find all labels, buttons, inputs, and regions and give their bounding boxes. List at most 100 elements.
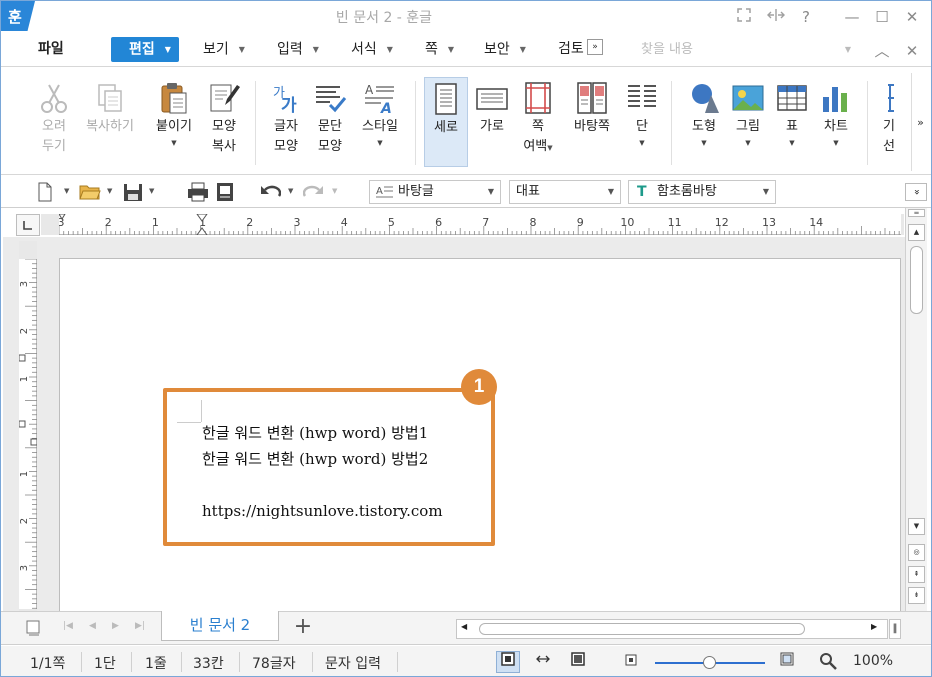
font-combo[interactable]: T 함초롬바탕 ▼ [628,180,776,204]
partial-ribbon-button[interactable]: 기 선 [869,77,909,157]
split-handle-horizontal[interactable]: ‖ [889,619,901,639]
tab-type-selector[interactable] [16,214,40,236]
style-button[interactable]: AA 스타일 ▼ [353,77,407,149]
next-page-button[interactable]: ⇟ [908,587,925,604]
add-tab-button[interactable]: + [285,615,321,641]
new-document-icon[interactable] [37,181,53,203]
menu-security[interactable]: 보안 ▼ [484,37,526,62]
open-folder-icon[interactable] [79,181,101,203]
chevron-down-icon[interactable]: ▼ [288,187,293,209]
maximize-button[interactable]: ☐ [871,7,893,27]
status-input-mode[interactable]: 문자 입력 [325,653,381,673]
chevron-down-icon[interactable]: ▼ [332,187,337,209]
prev-tab-icon[interactable]: ◀ [89,621,96,631]
minimize-button[interactable]: — [841,7,863,27]
scroll-left-button[interactable]: ◀ [461,622,467,631]
redo-icon[interactable] [302,181,325,203]
menu-file[interactable]: 파일 [38,37,64,62]
menu-view[interactable]: 보기 ▼ [203,37,245,62]
scroll-thumb[interactable] [910,246,923,314]
columns-button[interactable]: 단 ▼ [618,77,666,149]
chevron-down-icon[interactable]: ▼ [107,187,112,209]
chevron-down-icon: ▼ [238,45,245,54]
last-tab-icon[interactable]: ▶| [135,621,145,631]
portrait-button[interactable]: 세로 [424,77,468,167]
menu-page[interactable]: 쪽 ▼ [425,37,454,62]
status-page[interactable]: 1/1쪽 [30,653,65,673]
ribbon-more-button[interactable]: » [911,73,929,171]
fit-width-button[interactable] [531,651,555,673]
page-view-button[interactable] [496,651,520,673]
split-handle[interactable]: ═ [908,209,925,217]
chevron-down-icon: ▼ [386,45,393,54]
zoom-slider-knob[interactable] [703,656,716,669]
scissors-icon [41,84,67,113]
clipboard-icon [161,83,187,114]
chart-button[interactable]: 차트 ▼ [811,77,861,149]
menu-edit[interactable]: 편집 ▼ [111,37,179,62]
ruler-label: 1 [152,216,159,229]
zoom-out-button[interactable] [619,651,643,673]
page-margin-button[interactable]: 쪽 여백▼ [515,77,561,158]
vertical-margin-marker[interactable] [18,354,38,446]
language-combo-value: 대표 [516,184,540,199]
char-shape-button[interactable]: 가가 글자 모양 [261,77,311,157]
shape-icon [692,84,719,113]
chevron-down-icon[interactable]: ▼ [64,187,69,209]
horizontal-scrollbar[interactable]: ◀ ▶ [456,619,888,639]
format-copy-button[interactable]: 모양 복사 [199,77,249,157]
picture-label: 그림 [736,119,760,134]
horizontal-scroll-thumb[interactable] [479,623,805,635]
split-view-icon[interactable] [766,8,786,26]
paste-button[interactable]: 붙이기 ▼ [149,77,199,149]
table-icon [777,85,807,111]
menu-review[interactable]: 검토 [558,37,584,62]
status-divider [312,652,313,672]
vertical-ruler-ticks: 3 2 1 1 2 3 [18,258,38,609]
menu-insert-label: 입력 [277,41,303,58]
help-button[interactable]: ? [795,7,817,27]
first-tab-icon[interactable]: |◀ [63,621,73,631]
table-button[interactable]: 표 ▼ [767,77,817,149]
print-icon[interactable] [187,181,209,203]
tab-blank-document-2[interactable]: 빈 문서 2 [161,611,279,641]
menu-format[interactable]: 서식 ▼ [351,37,393,62]
undo-icon[interactable] [259,181,282,203]
cut-button[interactable]: 오려 두기 [29,77,79,157]
scroll-down-button[interactable]: ▼ [908,518,925,535]
save-icon[interactable] [123,181,143,203]
vertical-ruler[interactable]: 3 2 1 1 2 3 [18,258,38,609]
shape-button[interactable]: 도형 ▼ [679,77,729,149]
language-combo[interactable]: 대표 ▼ [509,180,621,204]
style-combo[interactable]: A 바탕글 ▼ [369,180,501,204]
copy-button[interactable]: 복사하기 [79,77,141,137]
menu-insert[interactable]: 입력 ▼ [277,37,319,62]
find-input[interactable]: 찾을 내용 ▼ [631,39,859,61]
para-shape-button[interactable]: 문단 모양 [305,77,355,157]
select-browse-object-icon[interactable]: ◎ [908,544,925,561]
scroll-up-button[interactable]: ▲ [908,224,925,241]
zoom-in-button[interactable] [775,651,799,673]
close-button[interactable]: ✕ [901,7,923,27]
print-preview-icon[interactable] [215,181,235,203]
svg-text:A: A [376,186,383,197]
page-view-icon[interactable] [25,620,41,640]
fullscreen-icon[interactable] [737,8,751,26]
picture-button[interactable]: 그림 ▼ [723,77,773,149]
zoom-level[interactable]: 100% [853,653,893,669]
toolbar-expand-button[interactable]: » [905,183,927,201]
chevron-down-icon[interactable]: ▼ [149,187,154,209]
previous-page-button[interactable]: ⇞ [908,566,925,583]
horizontal-ruler[interactable]: 3211234567891011121314 [58,213,901,236]
vertical-scrollbar[interactable]: ═ ▲ ▼ ◎ ⇞ ⇟ [905,208,927,611]
landscape-button[interactable]: 가로 [467,77,517,137]
master-page-button[interactable]: 바탕쪽 [567,77,617,137]
scroll-right-button[interactable]: ▶ [871,622,877,631]
magnifier-icon[interactable] [816,651,840,673]
collapse-ribbon-button[interactable]: ︿ [871,41,893,61]
next-tab-icon[interactable]: ▶ [112,621,119,631]
close-doc-button[interactable]: ✕ [901,41,923,61]
full-page-button[interactable] [566,651,590,673]
menu-more-button[interactable]: » [587,39,603,55]
ruler-label: 12 [715,216,729,229]
